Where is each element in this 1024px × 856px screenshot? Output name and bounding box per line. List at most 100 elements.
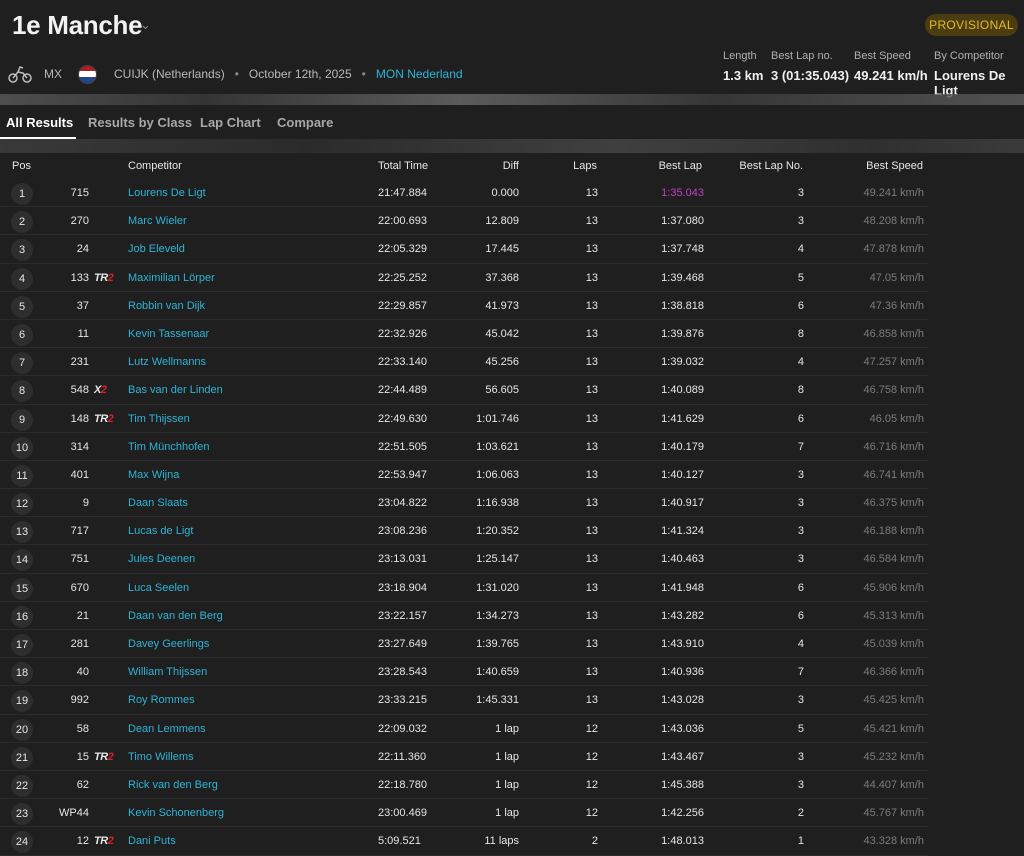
laps: 2 — [591, 835, 598, 848]
race-number: 270 — [70, 215, 89, 228]
competitor-link[interactable]: Bas van der Linden — [128, 384, 223, 396]
team-logo-icon: X2 — [94, 384, 107, 397]
competitor-link[interactable]: Lutz Wellmanns — [128, 356, 206, 368]
best-lap: 1:41.324 — [661, 525, 704, 538]
total-time: 22:18.780 — [378, 778, 427, 791]
best-lap-no: 4 — [797, 638, 804, 650]
stat-length: Length 1.3 km — [723, 50, 764, 83]
table-row[interactable]: 12 9 Daan Slaats 23:04.822 1:16.938 13 1:40.91… — [0, 489, 928, 518]
col-best-lap-no[interactable]: Best Lap No. — [730, 160, 803, 172]
table-row[interactable]: 17 281 Davey Geerlings 23:27.649 1:39.765 13 1… — [0, 630, 928, 659]
tab-compare[interactable]: Compare — [277, 115, 333, 130]
competitor-link[interactable]: Timo Willems — [128, 751, 194, 763]
table-row[interactable]: 2 270 Marc Wieler 22:00.693 12.809 13 1:37.080… — [0, 207, 928, 236]
diff: 1:06.063 — [476, 468, 519, 481]
competitor-link[interactable]: Marc Wieler — [128, 215, 187, 227]
best-speed: 45.039 km/h — [863, 638, 924, 650]
best-speed: 44.407 km/h — [863, 778, 924, 791]
table-row[interactable]: 24 12 TR2 Dani Puts 5:09.521 11 laps 2 1:48.013… — [0, 827, 928, 856]
table-row[interactable]: 7 231 Lutz Wellmanns 22:33.140 45.256 13 1:39.… — [0, 348, 928, 377]
table-row[interactable]: 20 58 Dean Lemmens 22:09.032 1 lap 12 1:43.036… — [0, 715, 928, 743]
competitor-link[interactable]: Dani Puts — [128, 835, 176, 847]
best-lap: 1:43.910 — [661, 638, 704, 650]
table-row[interactable]: 6 11 Kevin Tassenaar 22:32.926 45.042 13 1:39.… — [0, 320, 928, 349]
race-number: 21 — [76, 609, 89, 622]
total-time: 23:04.822 — [378, 497, 427, 510]
table-row[interactable]: 11 401 Max Wijna 22:53.947 1:06.063 13 1:40.12… — [0, 461, 928, 490]
competitor-link[interactable]: Tim Münchhofen — [128, 441, 210, 453]
competitor-link[interactable]: Luca Seelen — [128, 582, 189, 594]
race-number: 24 — [76, 243, 89, 256]
position-badge: 9 — [11, 408, 33, 431]
table-row[interactable]: 5 37 Robbin van Dijk 22:29.857 41.973 13 1:38.… — [0, 292, 928, 320]
competitor-link[interactable]: Tim Thijssen — [128, 413, 190, 425]
table-row[interactable]: 8 548 X2 Bas van der Linden 22:44.489 56.605 1… — [0, 376, 928, 405]
position-badge: 13 — [11, 521, 33, 544]
col-best-lap[interactable]: Best Lap — [630, 160, 702, 172]
table-row[interactable]: 9 148 TR2 Tim Thijssen 22:49.630 1:01.746 13 1:… — [0, 405, 928, 433]
table-row[interactable]: 10 314 Tim Münchhofen 22:51.505 1:03.621 13 1:… — [0, 433, 928, 461]
col-diff[interactable]: Diff — [440, 160, 519, 172]
table-row[interactable]: 16 21 Daan van den Berg 23:22.157 1:34.273 13… — [0, 602, 928, 630]
col-total-time[interactable]: Total Time — [378, 160, 428, 172]
col-pos[interactable]: Pos — [12, 160, 31, 172]
col-laps[interactable]: Laps — [540, 160, 597, 172]
organizer-link[interactable]: MON Nederland — [376, 67, 463, 81]
tab-all-results[interactable]: All Results — [6, 115, 73, 130]
table-row[interactable]: 19 992 Roy Rommes 23:33.215 1:45.331 13 1:43.0… — [0, 686, 928, 715]
race-number: 715 — [70, 187, 89, 199]
chevron-down-icon[interactable]: ⌄ — [140, 17, 151, 33]
diff: 45.042 — [485, 327, 519, 340]
competitor-link[interactable]: Lucas de Ligt — [128, 525, 193, 537]
best-lap: 1:37.080 — [661, 215, 704, 228]
total-time: 22:51.505 — [378, 440, 427, 453]
competitor-link[interactable]: Kevin Schonenberg — [128, 807, 224, 819]
competitor-link[interactable]: Kevin Tassenaar — [128, 328, 209, 340]
table-row[interactable]: 22 62 Rick van den Berg 22:18.780 1 lap 12 1:4… — [0, 771, 928, 800]
competitor-link[interactable]: Lourens De Ligt — [128, 187, 206, 199]
laps: 12 — [585, 750, 598, 763]
competitor-link[interactable]: Robbin van Dijk — [128, 300, 205, 312]
competitor-link[interactable]: William Thijssen — [128, 666, 207, 678]
table-row[interactable]: 1 715 Lourens De Ligt 21:47.884 0.000 13 1:35.… — [0, 179, 928, 208]
best-lap-no: 5 — [797, 722, 804, 735]
competitor-link[interactable]: Davey Geerlings — [128, 638, 209, 650]
table-row[interactable]: 15 670 Luca Seelen 23:18.904 1:31.020 13 1:41.… — [0, 574, 928, 602]
best-speed: 45.425 km/h — [863, 694, 924, 707]
table-row[interactable]: 18 40 William Thijssen 23:28.543 1:40.659 13 1… — [0, 658, 928, 687]
competitor-link[interactable]: Maximilian Lörper — [128, 272, 215, 284]
laps: 13 — [585, 356, 598, 369]
table-row[interactable]: 21 15 TR2 Timo Willems 22:11.360 1 lap 12 1:43.… — [0, 743, 928, 771]
competitor-link[interactable]: Jules Deenen — [128, 553, 195, 565]
competitor-link[interactable]: Daan van den Berg — [128, 610, 223, 622]
race-number: 231 — [70, 356, 89, 369]
competitor-link[interactable]: Dean Lemmens — [128, 723, 206, 735]
page-title: 1e Manche — [12, 10, 143, 40]
total-time: 23:27.649 — [378, 638, 427, 650]
col-competitor[interactable]: Competitor — [128, 160, 182, 172]
tab-results-by-class[interactable]: Results by Class — [88, 115, 192, 130]
best-lap-no: 3 — [797, 750, 804, 763]
competitor-link[interactable]: Job Eleveld — [128, 243, 185, 255]
table-row[interactable]: 23 WP44 Kevin Schonenberg 23:00.469 1 lap 12 1… — [0, 799, 928, 828]
competitor-link[interactable]: Roy Rommes — [128, 694, 195, 706]
best-lap-no: 3 — [797, 525, 804, 538]
race-number: 148 — [70, 412, 89, 425]
position-badge: 22 — [11, 774, 33, 797]
competitor-link[interactable]: Max Wijna — [128, 469, 179, 481]
table-row[interactable]: 3 24 Job Eleveld 22:05.329 17.445 13 1:37.748 4… — [0, 235, 928, 264]
tab-lap-chart[interactable]: Lap Chart — [200, 115, 261, 130]
best-lap: 1:40.179 — [661, 440, 704, 453]
competitor-link[interactable]: Rick van den Berg — [128, 779, 218, 791]
table-row[interactable]: 14 751 Jules Deenen 23:13.031 1:25.147 13 1:40… — [0, 545, 928, 574]
race-number: 751 — [70, 553, 89, 566]
table-row[interactable]: 4 133 TR2 Maximilian Lörper 22:25.252 37.368 1… — [0, 264, 928, 292]
competitor-link[interactable]: Daan Slaats — [128, 497, 188, 509]
col-best-speed[interactable]: Best Speed — [840, 160, 923, 172]
table-row[interactable]: 13 717 Lucas de Ligt 23:08.236 1:20.352 13 1:4… — [0, 517, 928, 546]
best-lap: 1:41.948 — [661, 581, 704, 594]
diff: 17.445 — [485, 243, 519, 256]
race-number: 992 — [70, 694, 89, 707]
laps: 12 — [585, 778, 598, 791]
stat-best-lap-no: Best Lap no. 3 (01:35.043) — [771, 50, 850, 83]
